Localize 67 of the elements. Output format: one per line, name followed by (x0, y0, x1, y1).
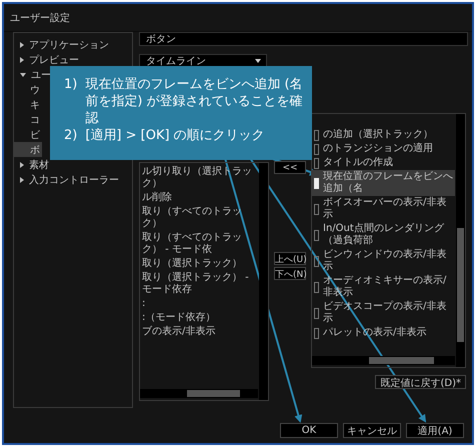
tree-item[interactable]: ボ (14, 142, 42, 157)
move-down-button[interactable]: 下へ(N) (274, 267, 306, 280)
expand-icon[interactable] (20, 162, 24, 168)
list-item[interactable]: In/Out点間のレンダリング（過負荷部 (312, 222, 455, 248)
list-item[interactable]: タイトルの作成 (312, 156, 455, 170)
marker-icon (314, 230, 319, 240)
horizontal-scrollbar[interactable] (312, 356, 455, 365)
tree-item[interactable]: ビ (14, 127, 42, 142)
list-item[interactable]: 現在位置のフレームをビンへ追加（名 (312, 170, 455, 196)
vertical-scrollbar[interactable] (456, 114, 465, 367)
tree-item[interactable]: アプリケーション (14, 37, 111, 52)
tree-item[interactable]: コ (14, 112, 42, 127)
list-item-label: In/Out点間のレンダリング（過負荷部 (323, 223, 445, 247)
dialog-button[interactable]: キャンセル (343, 423, 401, 438)
step-number: 1) (64, 76, 78, 94)
marker-icon (314, 130, 319, 140)
expand-icon[interactable] (20, 42, 24, 48)
expand-icon[interactable] (20, 176, 24, 182)
marker-icon (314, 282, 319, 292)
dialog-button[interactable]: OK (280, 423, 338, 438)
list-item[interactable]: :（モード依存） (140, 311, 258, 325)
collapse-icon[interactable] (20, 72, 26, 76)
list-item[interactable]: 取り（選択トラック） - モード依存 (140, 271, 258, 297)
tree-item[interactable]: キ (14, 97, 42, 112)
list-item-label: のトランジションの適用 (323, 143, 433, 155)
list-item-label: の追加（選択トラック） (323, 129, 433, 141)
horizontal-scrollbar[interactable] (140, 389, 258, 398)
dropdown-value: タイムライン (146, 55, 206, 68)
tree-label: ユー (31, 68, 51, 82)
vertical-scrollbar[interactable] (259, 163, 268, 400)
list-item[interactable]: ブの表示/非表示 (140, 325, 258, 339)
tree-label: アプリケーション (29, 38, 109, 52)
list-item[interactable]: の追加（選択トラック） (312, 128, 455, 142)
tree-item[interactable]: プレビュー (14, 52, 81, 67)
list-item[interactable]: : (140, 297, 258, 311)
marker-icon (314, 178, 319, 188)
list-item[interactable]: ボイスオーバーの表示/非表示 (312, 196, 455, 222)
list-item[interactable]: のトランジションの適用 (312, 142, 455, 156)
list-item-label: タイトルの作成 (323, 157, 393, 169)
dialog-button[interactable]: 適用(A) (406, 423, 464, 438)
list-item[interactable]: ル削除 (140, 191, 258, 205)
tree-item[interactable]: ウ (14, 82, 42, 97)
marker-icon (314, 328, 319, 338)
list-item[interactable]: 取り（すべてのトラック） - モード依 (140, 231, 258, 257)
tree-label: 入力コントローラー (29, 174, 119, 186)
window-title: ユーザー設定 (10, 12, 70, 24)
step-text: [適用] > [OK] の順にクリック (85, 127, 265, 144)
category-dropdown[interactable]: ボタン (139, 32, 468, 46)
tree-label: プレビュー (29, 54, 79, 66)
marker-icon (314, 144, 319, 154)
marker-icon (314, 204, 319, 214)
step-number: 2) (64, 127, 78, 144)
marker-icon (314, 308, 319, 318)
tree-label: 素材 (29, 158, 49, 172)
step-text: 現在位置のフレームをビンへ追加 (名前を指定) が登録されていることを確認 (85, 76, 304, 127)
list-item-label: ビンウィンドウの表示/非表示 (323, 249, 448, 273)
tree-item[interactable]: 素材 (14, 157, 51, 172)
move-up-button[interactable]: 上へ(U) (274, 252, 306, 265)
list-item[interactable]: ビンウィンドウの表示/非表示 (312, 248, 455, 274)
expand-icon[interactable] (20, 56, 24, 62)
list-item-label: ボイスオーバーの表示/非表示 (323, 197, 448, 221)
tree-item[interactable]: 入力コントローラー (14, 172, 121, 187)
tree-item[interactable]: ユー (14, 67, 53, 82)
list-item-label: 現在位置のフレームをビンへ追加（名 (323, 171, 453, 195)
marker-icon (314, 256, 319, 266)
list-item[interactable]: 取り（選択トラック） (140, 257, 258, 271)
reset-button[interactable]: 既定値に戻す(D)* (375, 375, 466, 389)
